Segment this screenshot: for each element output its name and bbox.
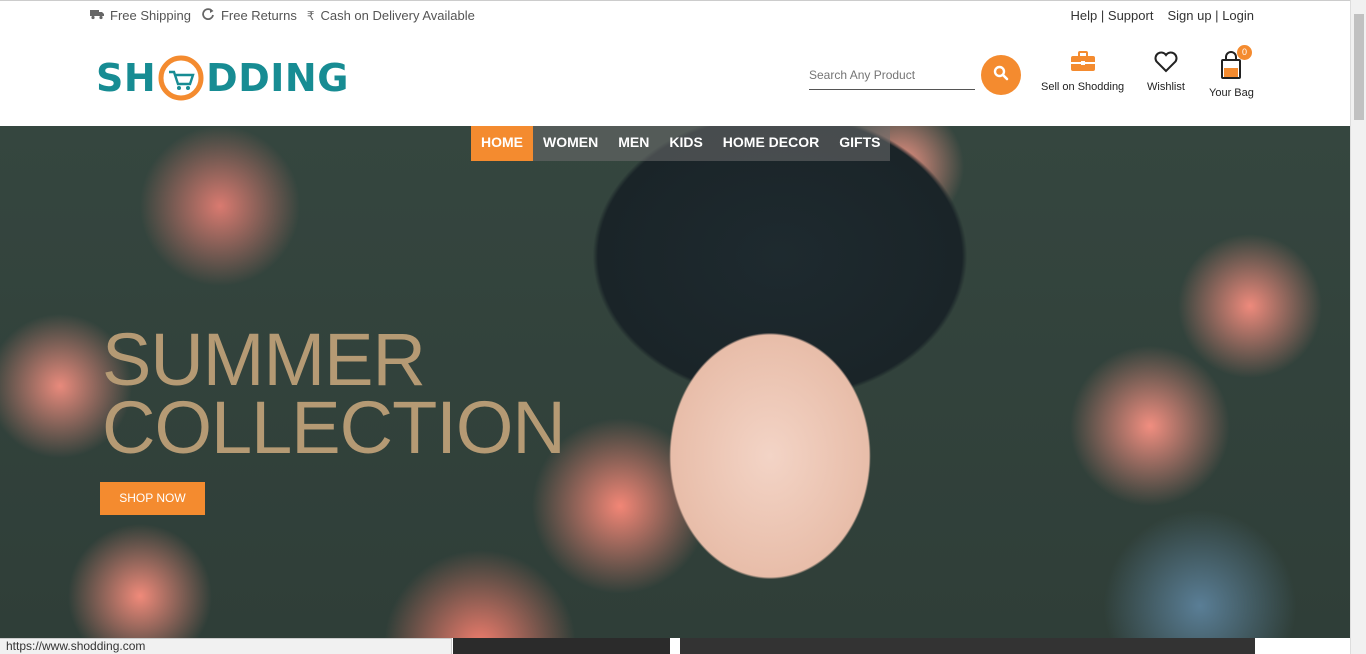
bag-link[interactable]: 0 Your Bag (1209, 45, 1254, 99)
hero-banner: HOME WOMEN MEN KIDS HOME DECOR GIFTS SUM… (0, 126, 1350, 638)
search-box (809, 62, 975, 90)
site-header: SH DDING Sell on Shodding (0, 32, 1350, 126)
help-support: Help | Support (1071, 8, 1154, 23)
search-button[interactable] (981, 55, 1021, 95)
account-links: Help | Support Sign up | Login (1071, 8, 1254, 23)
cart-logo-icon (157, 54, 205, 102)
nav-tab-home[interactable]: HOME (471, 126, 533, 161)
bag-label: Your Bag (1209, 87, 1254, 99)
feature-free-returns: Free Returns (201, 8, 297, 23)
top-strip: Free Shipping Free Returns ₹ Cash on Del… (0, 0, 1350, 32)
help-link[interactable]: Help (1071, 8, 1098, 23)
login-link[interactable]: Login (1222, 8, 1254, 23)
feature-label: Free Returns (220, 8, 297, 23)
nav-tab-men[interactable]: MEN (608, 126, 659, 161)
refresh-icon (201, 8, 215, 23)
signup-login: Sign up | Login (1167, 8, 1254, 23)
status-url: https://www.shodding.com (0, 638, 452, 654)
nav-tab-gifts[interactable]: GIFTS (829, 126, 890, 161)
shopping-bag-icon (1217, 51, 1245, 83)
feature-label: Cash on Delivery Available (320, 8, 475, 23)
page: Free Shipping Free Returns ₹ Cash on Del… (0, 0, 1366, 654)
logo-text-right: DDING (206, 56, 349, 100)
bag-count-badge: 0 (1237, 45, 1252, 60)
feature-free-shipping: Free Shipping (90, 8, 191, 23)
heart-icon (1153, 51, 1179, 77)
category-thumbnail[interactable] (680, 638, 1255, 654)
hero-title-line2: COLLECTION (102, 386, 566, 469)
logo-text-left: SH (96, 56, 157, 100)
category-thumbnail[interactable] (453, 638, 670, 654)
hero-title-line1: SUMMER (102, 318, 426, 401)
nav-tab-women[interactable]: WOMEN (533, 126, 608, 161)
wishlist-label: Wishlist (1147, 81, 1185, 93)
sell-on-shodding-link[interactable]: Sell on Shodding (1041, 50, 1124, 93)
rupee-icon: ₹ (306, 8, 315, 23)
main-nav: HOME WOMEN MEN KIDS HOME DECOR GIFTS (471, 126, 891, 161)
support-link[interactable]: Support (1108, 8, 1154, 23)
wishlist-link[interactable]: Wishlist (1147, 50, 1185, 93)
signup-link[interactable]: Sign up (1167, 8, 1211, 23)
sell-label: Sell on Shodding (1041, 81, 1125, 93)
nav-tab-kids[interactable]: KIDS (659, 126, 712, 161)
scrollbar-thumb[interactable] (1354, 14, 1364, 120)
separator: | (1215, 8, 1219, 23)
feature-list: Free Shipping Free Returns ₹ Cash on Del… (90, 8, 475, 23)
search-input[interactable] (809, 62, 975, 88)
feature-label: Free Shipping (110, 8, 191, 23)
truck-icon (90, 8, 104, 23)
page-scrollbar[interactable] (1350, 0, 1366, 654)
hero-title: SUMMER COLLECTION (102, 318, 566, 469)
search-icon (993, 65, 1009, 86)
bottom-strip: https://www.shodding.com (0, 638, 1350, 654)
nav-tab-home-decor[interactable]: HOME DECOR (713, 126, 829, 161)
feature-cod: ₹ Cash on Delivery Available (307, 8, 475, 23)
separator: | (1100, 8, 1105, 23)
logo[interactable]: SH DDING (96, 54, 349, 102)
shop-now-button[interactable]: SHOP NOW (100, 482, 205, 515)
briefcase-icon (1069, 51, 1097, 77)
